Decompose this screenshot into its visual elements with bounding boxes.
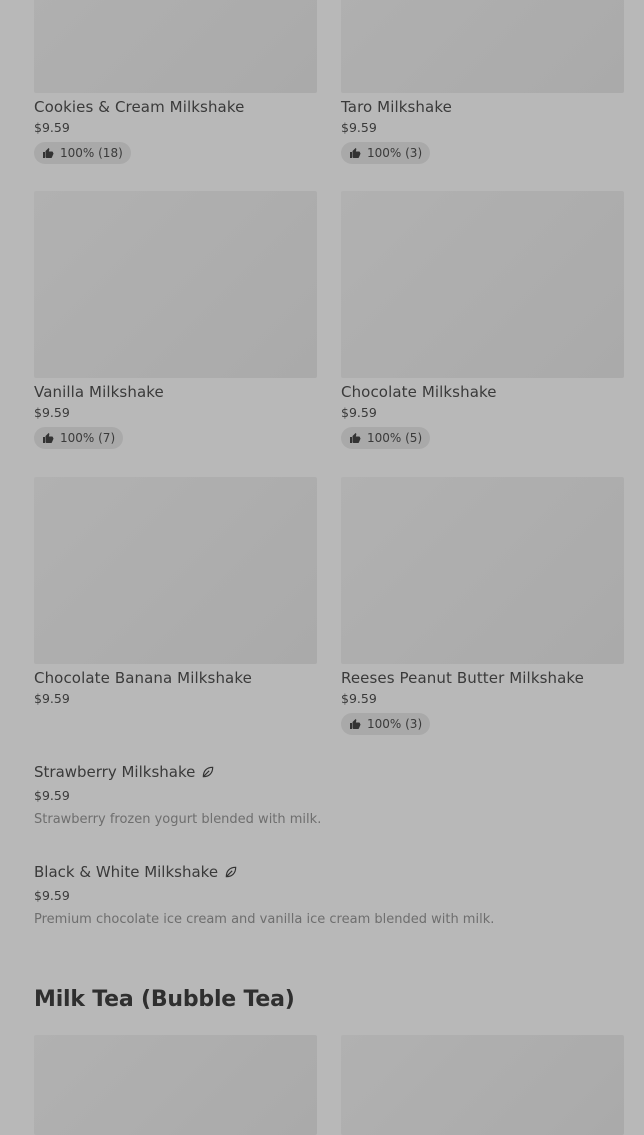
menu-item-description: Premium chocolate ice cream and vanilla … — [34, 912, 495, 927]
product-image[interactable] — [34, 191, 317, 378]
thumbs-up-icon — [349, 147, 361, 159]
product-price: $9.59 — [341, 405, 377, 420]
product-price: $9.59 — [341, 120, 377, 135]
product-grid-row-3: Chocolate Banana Milkshake $9.59 Reeses … — [34, 477, 624, 735]
product-card-chocolate[interactable]: Chocolate Milkshake $9.59 100% (5) — [341, 191, 624, 449]
rating-text: 100% (3) — [367, 717, 423, 731]
product-name: Vanilla Milkshake — [34, 383, 164, 401]
product-price: $9.59 — [34, 691, 70, 706]
product-image[interactable] — [34, 0, 317, 93]
menu-item-name: Strawberry Milkshake — [34, 763, 196, 781]
rating-badge: 100% (3) — [341, 142, 431, 164]
menu-item-description: Strawberry frozen yogurt blended with mi… — [34, 812, 322, 827]
menu-item-title: Strawberry Milkshake — [34, 763, 624, 781]
rating-badge: 100% (18) — [34, 142, 131, 164]
product-name: Taro Milkshake — [341, 98, 452, 116]
product-card-taro[interactable]: Taro Milkshake $9.59 100% (3) — [341, 0, 624, 164]
product-price: $9.59 — [34, 405, 70, 420]
rating-text: 100% (7) — [60, 431, 116, 445]
rating-badge: 100% (3) — [341, 713, 431, 735]
rating-text: 100% (18) — [60, 146, 123, 160]
menu-item-name: Black & White Milkshake — [34, 863, 219, 881]
rating-text: 100% (3) — [367, 146, 423, 160]
menu-item-price: $9.59 — [34, 888, 70, 903]
leaf-icon — [201, 765, 215, 779]
product-image[interactable] — [341, 1035, 624, 1135]
thumbs-up-icon — [42, 147, 54, 159]
rating-text: 100% (5) — [367, 431, 423, 445]
rating-badge: 100% (5) — [341, 427, 431, 449]
product-image[interactable] — [341, 191, 624, 378]
section-title: Milk Tea (Bubble Tea) — [34, 987, 295, 1012]
product-grid-row-2: Vanilla Milkshake $9.59 100% (7) Chocola… — [34, 191, 624, 449]
product-grid-row-1: Cookies & Cream Milkshake $9.59 100% (18… — [34, 0, 624, 164]
product-name: Cookies & Cream Milkshake — [34, 98, 245, 116]
menu-item-title: Black & White Milkshake — [34, 863, 624, 881]
product-card[interactable] — [341, 1035, 624, 1135]
menu-item-strawberry[interactable]: Strawberry Milkshake $9.59 Strawberry fr… — [34, 763, 624, 828]
product-card-cookies-cream[interactable]: Cookies & Cream Milkshake $9.59 100% (18… — [34, 0, 317, 164]
product-image[interactable] — [341, 477, 624, 664]
product-card[interactable] — [34, 1035, 317, 1135]
product-name: Reeses Peanut Butter Milkshake — [341, 669, 585, 687]
product-name: Chocolate Banana Milkshake — [34, 669, 252, 687]
product-name: Chocolate Milkshake — [341, 383, 497, 401]
rating-badge: 100% (7) — [34, 427, 124, 449]
leaf-icon — [224, 865, 238, 879]
product-price: $9.59 — [341, 691, 377, 706]
product-card-vanilla[interactable]: Vanilla Milkshake $9.59 100% (7) — [34, 191, 317, 449]
product-grid-row-bottom — [34, 1035, 624, 1135]
thumbs-up-icon — [349, 432, 361, 444]
menu-item-black-white[interactable]: Black & White Milkshake $9.59 Premium ch… — [34, 863, 624, 928]
product-price: $9.59 — [34, 120, 70, 135]
menu-item-price: $9.59 — [34, 788, 70, 803]
product-image[interactable] — [34, 1035, 317, 1135]
product-image[interactable] — [34, 477, 317, 664]
product-card-chocolate-banana[interactable]: Chocolate Banana Milkshake $9.59 — [34, 477, 317, 735]
product-card-reeses[interactable]: Reeses Peanut Butter Milkshake $9.59 100… — [341, 477, 624, 735]
thumbs-up-icon — [349, 718, 361, 730]
thumbs-up-icon — [42, 432, 54, 444]
product-image[interactable] — [341, 0, 624, 93]
